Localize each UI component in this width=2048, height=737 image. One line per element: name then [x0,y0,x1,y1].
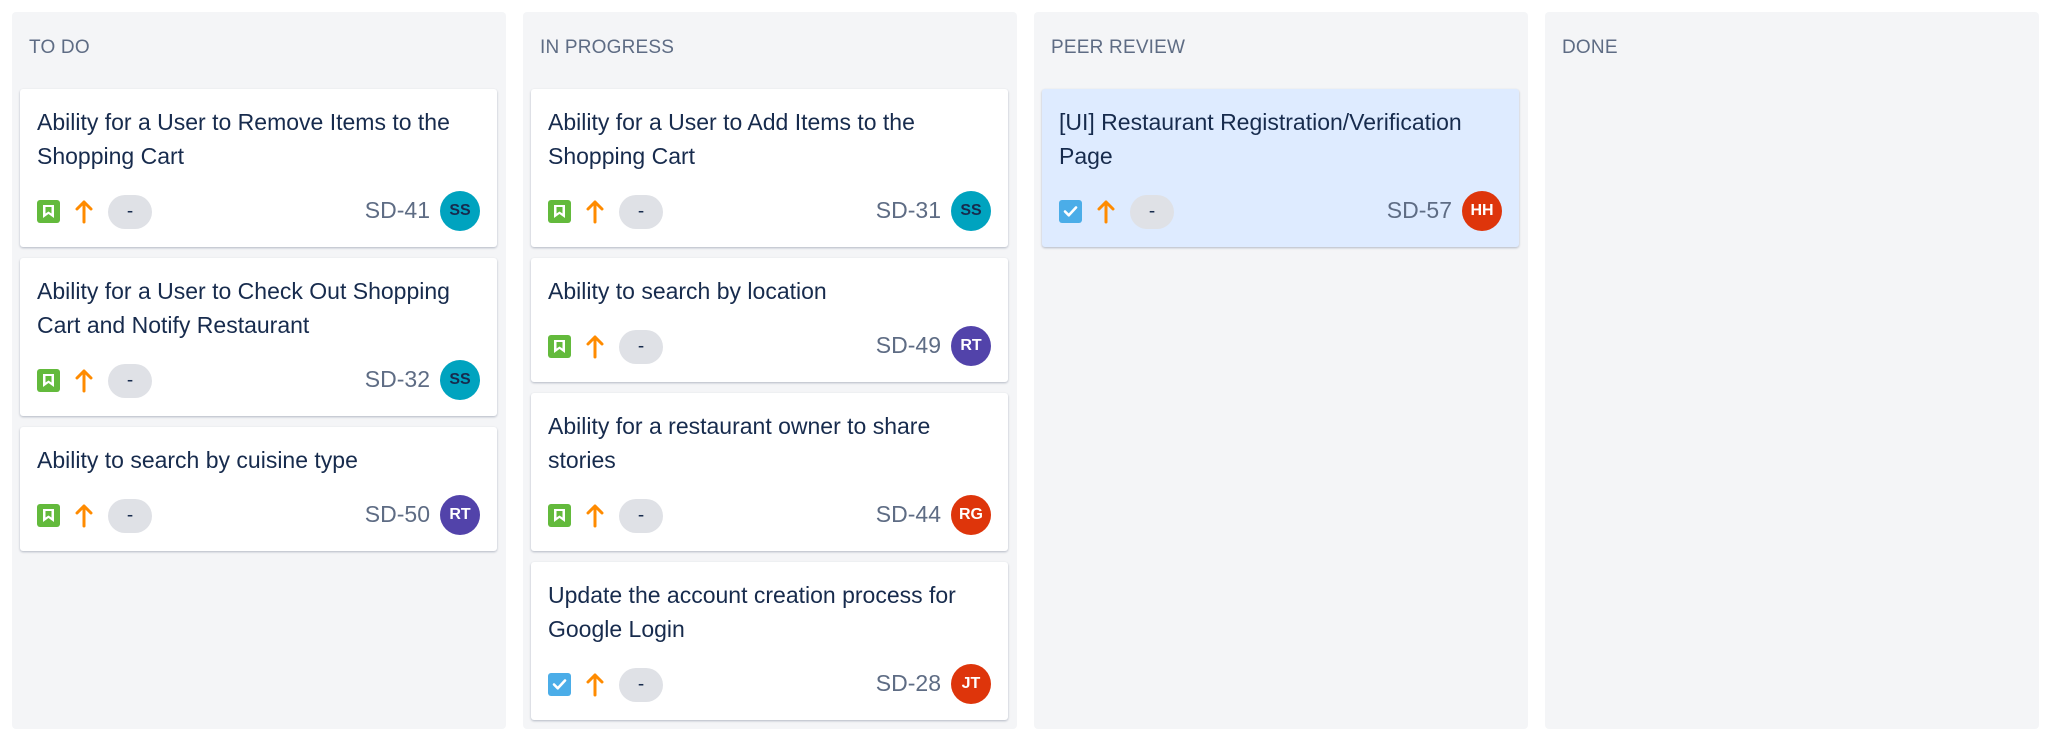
issue-key[interactable]: SD-57 [1387,197,1452,224]
priority-high-icon [585,334,605,360]
assignee-avatar[interactable]: JT [951,664,991,704]
column-title: DONE [1562,37,1618,58]
issue-card[interactable]: Ability to search by location - SD-49 RT [531,258,1008,382]
column-peer-review: PEER REVIEW [UI] Restaurant Registration… [1034,12,1528,729]
issue-summary: Ability to search by cuisine type [37,447,358,473]
issue-key[interactable]: SD-44 [876,501,941,528]
issue-card[interactable]: Ability for a restaurant owner to share … [531,393,1008,551]
issue-summary: [UI] Restaurant Registration/Verificatio… [1059,109,1462,169]
issue-key[interactable]: SD-28 [876,670,941,697]
column-title: TO DO [29,37,90,58]
issue-summary: Ability for a restaurant owner to share … [548,413,931,473]
issue-summary: Ability for a User to Remove Items to th… [37,109,450,169]
assignee-avatar[interactable]: RT [951,326,991,366]
assignee-avatar[interactable]: RT [440,495,480,535]
story-type-icon [37,369,60,392]
issue-card[interactable]: Update the account creation process for … [531,562,1008,720]
issue-key[interactable]: SD-49 [876,332,941,359]
priority-high-icon [74,199,94,225]
story-type-icon [548,335,571,358]
issue-summary: Ability to search by location [548,278,827,304]
story-points-badge: - [108,499,152,533]
story-type-icon [37,200,60,223]
column-title: IN PROGRESS [540,37,675,58]
story-type-icon [548,200,571,223]
story-type-icon [548,504,571,527]
priority-high-icon [585,672,605,698]
issue-summary: Ability for a User to Check Out Shopping… [37,278,450,338]
issue-key[interactable]: SD-50 [365,501,430,528]
kanban-board: TO DO Ability for a User to Remove Items… [0,0,2048,737]
story-type-icon [37,504,60,527]
story-points-badge: - [1130,195,1174,229]
issue-card[interactable]: Ability to search by cuisine type - SD-5… [20,427,497,551]
story-points-badge: - [619,499,663,533]
issue-card[interactable]: [UI] Restaurant Registration/Verificatio… [1042,89,1519,247]
issue-key[interactable]: SD-31 [876,197,941,224]
priority-high-icon [74,368,94,394]
assignee-avatar[interactable]: SS [951,191,991,231]
story-points-badge: - [619,330,663,364]
assignee-avatar[interactable]: SS [440,191,480,231]
story-points-badge: - [108,195,152,229]
priority-high-icon [585,199,605,225]
column-in-progress: IN PROGRESS Ability for a User to Add It… [523,12,1017,729]
issue-card[interactable]: Ability for a User to Remove Items to th… [20,89,497,247]
issue-summary: Update the account creation process for … [548,582,956,642]
priority-high-icon [1096,199,1116,225]
task-type-icon [548,673,571,696]
story-points-badge: - [619,195,663,229]
issue-card[interactable]: Ability for a User to Add Items to the S… [531,89,1008,247]
column-title: PEER REVIEW [1051,37,1186,58]
assignee-avatar[interactable]: SS [440,360,480,400]
issue-key[interactable]: SD-41 [365,197,430,224]
priority-high-icon [585,503,605,529]
assignee-avatar[interactable]: RG [951,495,991,535]
column-done: DONE [1545,12,2039,729]
issue-summary: Ability for a User to Add Items to the S… [548,109,915,169]
story-points-badge: - [619,668,663,702]
story-points-badge: - [108,364,152,398]
issue-card[interactable]: Ability for a User to Check Out Shopping… [20,258,497,416]
assignee-avatar[interactable]: HH [1462,191,1502,231]
column-todo: TO DO Ability for a User to Remove Items… [12,12,506,729]
priority-high-icon [74,503,94,529]
task-type-icon [1059,200,1082,223]
issue-key[interactable]: SD-32 [365,366,430,393]
